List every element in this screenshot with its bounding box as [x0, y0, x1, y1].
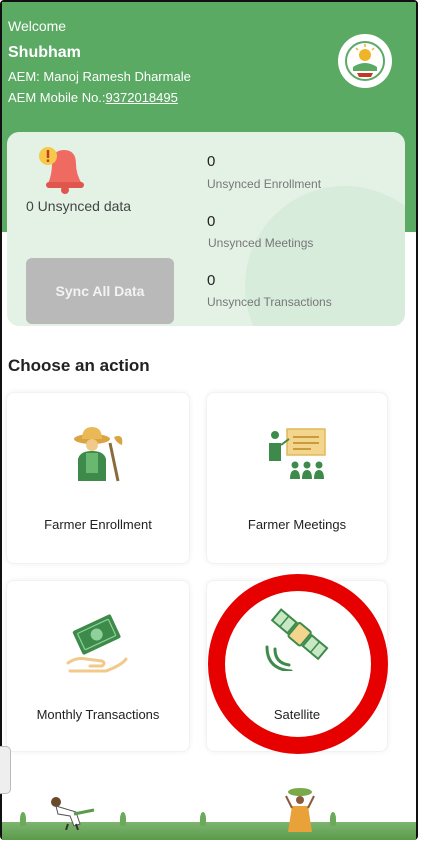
unsynced-transactions-count: 0 — [207, 272, 216, 289]
unsynced-data-text: 0 Unsynced data — [26, 198, 132, 214]
farmer-icon — [66, 423, 130, 488]
organization-logo — [338, 34, 392, 88]
unsynced-enrollment-label: Unsynced Enrollment — [207, 177, 322, 191]
satellite-tile[interactable]: Satellite — [206, 580, 388, 752]
user-name: Shubham — [8, 44, 81, 61]
grass-decoration — [20, 812, 26, 826]
aem-label: AEM: — [8, 69, 40, 84]
aem-mobile-link[interactable]: 9372018495 — [106, 90, 178, 105]
aem-line: AEM: Manoj Ramesh Dharmale — [8, 69, 191, 84]
sync-all-data-button[interactable]: Sync All Data — [26, 258, 174, 324]
grass-decoration — [200, 812, 206, 826]
farmer-worker-illustration — [46, 794, 106, 835]
meeting-icon — [265, 427, 329, 486]
farmer-meetings-tile[interactable]: Farmer Meetings — [206, 392, 388, 564]
money-hand-icon — [66, 613, 130, 680]
tile-label-farmer-meetings: Farmer Meetings — [247, 517, 347, 532]
monthly-transactions-tile[interactable]: Monthly Transactions — [6, 580, 190, 752]
aem-mobile-line: AEM Mobile No.:9372018495 — [8, 90, 178, 105]
logo-emblem-icon — [345, 41, 385, 81]
alert-bell-icon — [34, 140, 92, 201]
grass-decoration — [330, 812, 336, 826]
satellite-icon — [261, 605, 333, 676]
unsynced-meetings-label: Unsynced Meetings — [208, 236, 314, 250]
tile-label-farmer-enrollment: Farmer Enrollment — [44, 517, 152, 532]
side-drawer-handle[interactable] — [0, 746, 11, 794]
farmer-enrollment-tile[interactable]: Farmer Enrollment — [6, 392, 190, 564]
tile-label-satellite: Satellite — [273, 707, 321, 722]
unsynced-enrollment-count: 0 — [207, 153, 216, 170]
woman-carrying-basket-illustration — [280, 786, 320, 839]
tile-label-monthly-transactions: Monthly Transactions — [36, 707, 160, 722]
unsynced-transactions-label: Unsynced Transactions — [207, 295, 332, 309]
grass-decoration — [120, 812, 126, 826]
unsynced-meetings-count: 0 — [207, 213, 216, 230]
aem-mobile-label: AEM Mobile No.: — [8, 90, 106, 105]
section-title: Choose an action — [8, 356, 150, 375]
welcome-text: Welcome — [8, 18, 67, 34]
aem-name: Manoj Ramesh Dharmale — [43, 69, 191, 84]
